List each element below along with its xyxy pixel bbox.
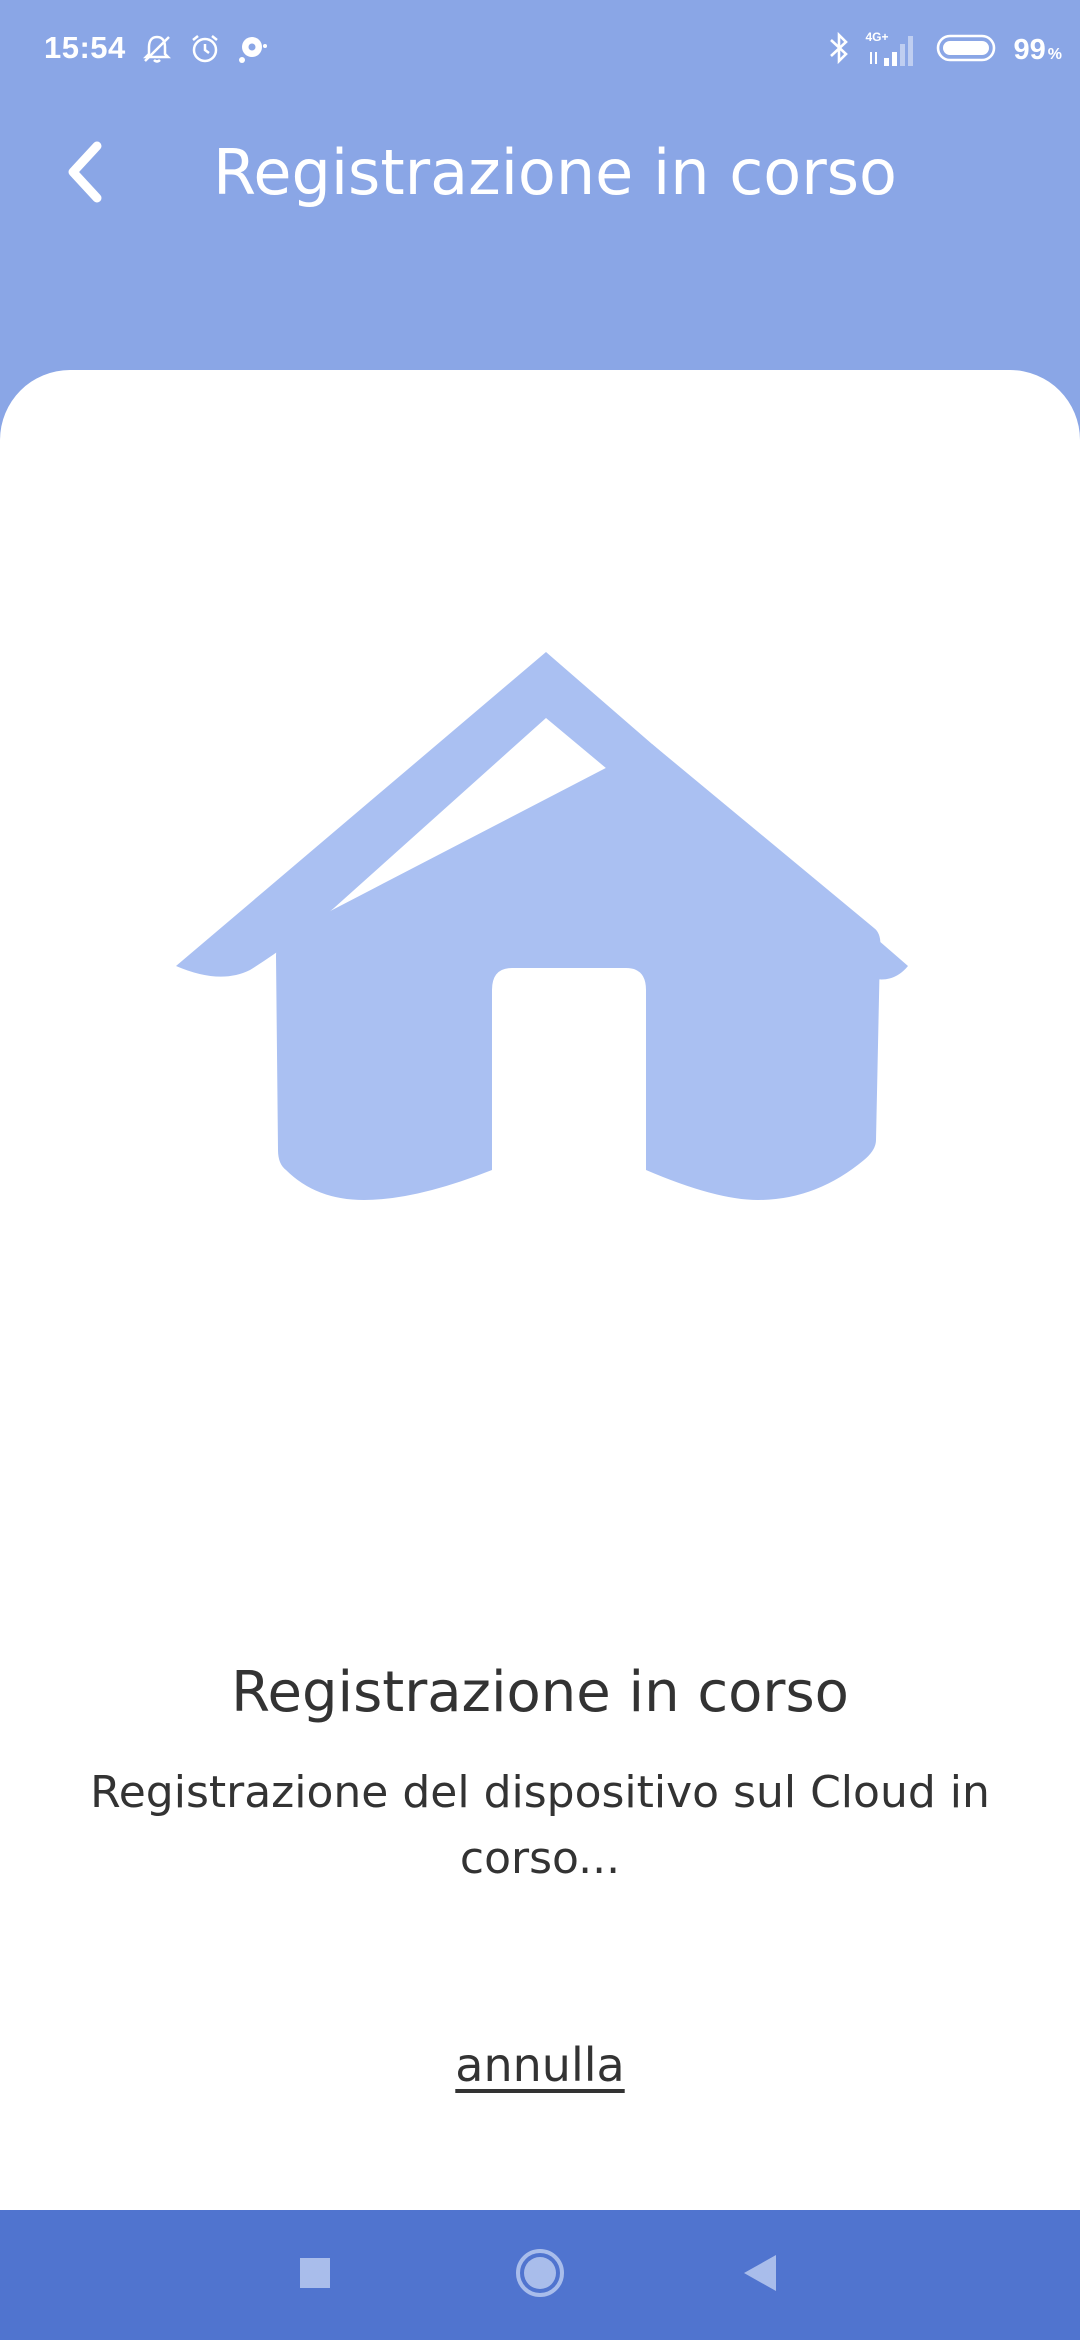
circle-home-icon	[513, 2246, 567, 2304]
battery-percent-unit: %	[1047, 45, 1062, 63]
battery-percent-value: 99	[1013, 33, 1046, 66]
signal-4g-icon: 4G+	[866, 30, 922, 68]
content-card: Registrazione in corso Registrazione del…	[0, 370, 1080, 2210]
status-title: Registrazione in corso	[231, 1660, 849, 1725]
status-time: 15:54	[44, 30, 126, 65]
notification-bubble-icon	[236, 32, 270, 70]
triangle-back-icon	[742, 2253, 778, 2297]
battery-icon	[936, 33, 1000, 67]
app-screen: 15:54 4G+ 99 % Registrazione in corso Re…	[0, 0, 1080, 2340]
page-title: Registrazione in corso	[213, 136, 897, 209]
status-message: Registrazione del dispositivo sul Cloud …	[90, 1767, 990, 1884]
status-left-icons	[140, 32, 270, 70]
back-nav-button[interactable]	[695, 2210, 825, 2340]
recents-button[interactable]	[250, 2210, 380, 2340]
house-icon	[170, 640, 910, 1260]
app-header: Registrazione in corso	[0, 104, 1080, 244]
square-recents-icon	[298, 2256, 332, 2294]
alarm-clock-icon	[188, 32, 222, 70]
muted-bell-icon	[140, 32, 174, 70]
bluetooth-icon	[826, 30, 852, 70]
system-navigation-bar	[0, 2210, 1080, 2340]
battery-percent: 99%	[1014, 34, 1063, 67]
home-button[interactable]	[475, 2210, 605, 2340]
cancel-link-container: annulla	[0, 2038, 1080, 2092]
status-bar: 15:54 4G+ 99 %	[0, 0, 1080, 104]
status-right-icons: 4G+ 99%	[826, 30, 1063, 70]
cancel-link[interactable]: annulla	[455, 2038, 624, 2092]
